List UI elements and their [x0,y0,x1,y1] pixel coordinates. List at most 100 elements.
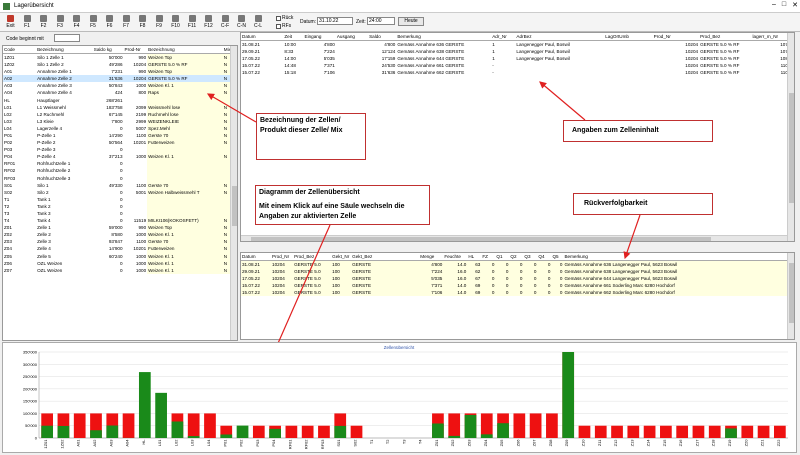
table-row[interactable]: T1 Tank 1 0 [3,195,237,203]
content_table-header[interactable]: Prod_Nr [652,33,700,41]
toolbar-button-f4[interactable]: F4 [69,14,84,31]
bar-capacity-Z16[interactable] [676,425,689,438]
content-vscrollbar[interactable] [787,33,794,241]
bar-capacity-RF03[interactable] [318,425,330,438]
trace_table-header[interactable]: Gekt_Nr [331,253,352,261]
table-row[interactable]: RF01 Rohfruchtzelle 1 0 [3,160,237,168]
trace_table-header[interactable]: Q4 [537,253,552,261]
trace_table-header[interactable]: Prod_Nr [271,253,294,261]
trace_table-header[interactable]: FZ [481,253,496,261]
bar-capacity-Z12[interactable] [611,425,623,438]
bar-capacity-Z07[interactable] [529,413,542,438]
table-row[interactable]: L04 Lagerzelle 4 0 5007 Spez.Mehl N [3,124,237,132]
bar-fill-Z04[interactable] [480,434,493,438]
bar-fill-L01[interactable] [155,392,167,438]
bar-capacity-L03[interactable] [187,413,200,438]
bar-fill-1Z02[interactable] [57,425,70,438]
toolbar-button-c-l[interactable]: C-L [251,14,266,31]
table-row[interactable]: 17.05.22 10204 GERSTE 5.0 100 GERSTE 5'035 16.… [241,275,794,283]
table-row[interactable]: A01 Annahme Zelle 1 7'231 990 Weizen Top N [3,68,237,76]
cells_table-header[interactable]: Prod-Nr [123,46,148,54]
filter-input[interactable] [54,34,80,42]
bar-fill-Z01[interactable] [432,423,444,438]
bar-capacity-Z21[interactable] [757,425,770,438]
bar-capacity-Z20[interactable] [741,425,754,438]
trace_table-header[interactable]: Feuchte [443,253,468,261]
trace_table-header[interactable]: Bemerkung [563,253,794,261]
bar-capacity-Z17[interactable] [692,425,705,438]
table-row[interactable]: T2 Tank 2 0 [3,202,237,210]
maximize-icon[interactable]: □ [782,1,786,9]
table-row[interactable]: 1Z02 Silo 1 Zelle 2 49'286 10204 GERSTE 5.0 … [3,61,237,69]
bar-capacity-Z11[interactable] [594,425,607,438]
trace-scrollbar[interactable] [787,253,794,339]
bar-fill-Z19[interactable] [725,428,737,438]
bar-capacity-S02[interactable] [350,425,363,438]
cells_table-header[interactable]: Bezeichnung [147,46,223,54]
minimize-icon[interactable]: – [772,1,776,9]
table-row[interactable]: L02 L2 Ruchmehl 67'145 2199 Ruchmehl lose N [3,110,237,118]
content_table-header[interactable]: Zeit [283,33,304,41]
toolbar-button-f12[interactable]: F12 [201,14,216,31]
trace_table-header[interactable]: Q3 [523,253,538,261]
close-icon[interactable]: ✕ [792,1,798,9]
table-row[interactable]: 15.07.22 15:18 7'106 31'636 Gemäss Annahme 6… [241,69,794,76]
toolbar-button-exit[interactable]: Exit [3,14,18,31]
toolbar-button-f8[interactable]: F8 [135,14,150,31]
table-row[interactable]: 1Z01 Silo 1 Zelle 1 50'000 990 Weizen Top N [3,53,237,61]
trace_table-header[interactable]: Q2 [509,253,524,261]
bar-capacity-Z22[interactable] [773,425,786,438]
table-row[interactable]: Z06 OZL Weizen 0 1000 Weizen Kl. 1N [3,259,237,267]
bar-capacity-A04[interactable] [122,413,135,438]
content_table-header[interactable]: Saldo [368,33,397,41]
toolbar-button-f9[interactable]: F9 [152,14,167,31]
table-row[interactable]: P04 P-Zelle 4 37'213 1000 Weizen Kl. 1N [3,153,237,161]
content_table-header[interactable]: Bemerkung [396,33,492,41]
zeit-input[interactable]: 24:00 [367,17,395,25]
cells-scrollbar[interactable] [230,46,237,340]
table-row[interactable]: 29.09.21 8:33 7'224 12'124 Gemäss Annahme 63… [241,48,794,55]
bar-capacity-Z04[interactable] [480,413,493,438]
bar-capacity-Z13[interactable] [627,425,640,438]
table-row[interactable]: 17.05.22 14:00 5'035 17'159 Gemäss Annahme 6… [241,55,794,62]
table-row[interactable]: L01 L1 Weissmehl 183'758 2099 Weissmehl lose… [3,103,237,111]
bar-capacity-Z14[interactable] [643,425,656,438]
bar-fill-L02[interactable] [171,421,184,438]
bar-fill-Z09[interactable] [562,352,575,438]
table-row[interactable]: Z02 Zelle 2 8'580 1000 Weizen Kl. 1N [3,231,237,239]
table-row[interactable]: 29.09.21 10204 GERSTE 5.0 100 GERSTE 7'224 16.… [241,268,794,276]
toolbar-button-f7[interactable]: F7 [119,14,134,31]
bar-capacity-RF01[interactable] [285,425,298,438]
bar-capacity-Z18[interactable] [708,425,721,438]
table-row[interactable]: P01 P-Zelle 1 14'290 1100 Gerste 70 N [3,131,237,140]
table-row[interactable]: T3 Tank 3 0 [3,209,237,218]
trace_table-header[interactable]: Menge [419,253,444,261]
bar-capacity-Z06[interactable] [513,413,526,438]
table-row[interactable]: Z07 OZL Weizen 0 1000 Weizen Kl. 1N [3,266,237,274]
bar-fill-Z05[interactable] [497,423,509,438]
trace_table-header[interactable]: Q1 [495,253,510,261]
table-row[interactable]: T4 Tank 4 0 11519 MILKI106(KOKOSFETT) N [3,217,237,225]
bar-fill-S01[interactable] [334,425,347,438]
table-row[interactable]: A04 Annahme Zelle 4 424 800 Raps N [3,89,237,97]
toolbar-button-f2[interactable]: F2 [36,14,51,31]
table-row[interactable]: S02 Silo 2 0 5001 Weizen Halbweissmehl TN [3,188,237,196]
rueck-checkbox[interactable]: Rück [276,15,293,21]
content-hscrollbar[interactable] [241,235,787,241]
table-row[interactable]: RF03 Rohfruchtzelle 3 0 [3,174,237,182]
bar-capacity-Z15[interactable] [660,425,672,438]
table-row[interactable]: RF02 Rohfruchtzelle 2 0 [3,167,237,175]
toolbar-button-f5[interactable]: F5 [86,14,101,31]
heute-button[interactable]: Heute [398,16,424,26]
table-row[interactable]: Z03 Zelle 3 93'847 1100 Gerste 70 N [3,238,237,246]
table-row[interactable]: 31.08.21 10204 GERSTE 5.0 100 GERSTE 4'800 14.… [241,260,794,268]
bar-fill-Z02[interactable] [448,435,461,438]
table-row[interactable]: Z04 Zelle 4 14'900 10201 Futterweizen N [3,245,237,253]
trace_table-header[interactable]: HL [467,253,482,261]
table-row[interactable]: L03 L3 Kleie 7'800 2999 WEIZENKLEIE N [3,117,237,125]
bar-fill-HL[interactable] [138,372,151,438]
cells_table-header[interactable]: Saldo kg [92,46,124,54]
trace_table-header[interactable]: Prod_Bez [293,253,332,261]
content_table-header[interactable]: Adr_Nr [491,33,516,41]
table-row[interactable]: A03 Annahme Zelle 3 50'843 1000 Weizen Kl. 1… [3,82,237,90]
